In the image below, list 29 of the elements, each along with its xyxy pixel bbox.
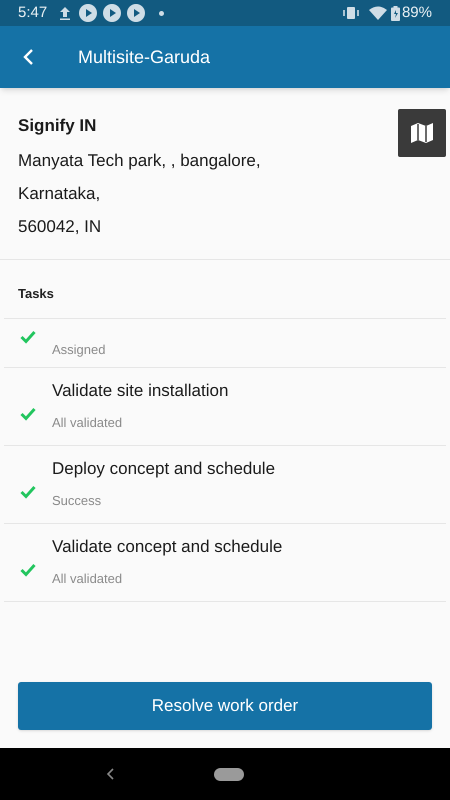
task-title: Validate concept and schedule [52,536,282,558]
play-icon [79,4,98,22]
screen-title: Multisite-Garuda [78,46,210,68]
map-icon [411,123,433,143]
address-line: 560042, IN [18,216,102,238]
status-time: 5:47 [18,2,48,23]
vibrate-icon [342,6,359,20]
play-icon [127,4,146,22]
home-pill[interactable] [214,768,244,780]
back-icon [22,48,34,66]
task-status: All validated [52,414,124,432]
wifi-icon [368,6,387,20]
upload-icon [59,6,72,20]
task-title: Deploy concept and schedule [52,458,276,480]
task-status: Assigned [52,340,106,359]
site-name: Signify IN [18,115,96,137]
tasks-heading: Tasks [17,285,55,303]
battery-level: 89% [402,2,432,23]
back-nav-icon[interactable] [106,768,114,780]
dot-icon [159,10,164,16]
task-status: Success [52,492,102,510]
task-status: All validated [52,570,124,588]
task-title: Validate site installation [52,380,228,402]
resolve-button[interactable]: Resolve work order [18,682,432,730]
address-line: Karnataka, [18,183,100,205]
play-icon [103,4,122,22]
address-line: Manyata Tech park, , bangalore, [18,150,261,172]
battery-icon [390,6,400,20]
map-button[interactable] [398,109,446,157]
